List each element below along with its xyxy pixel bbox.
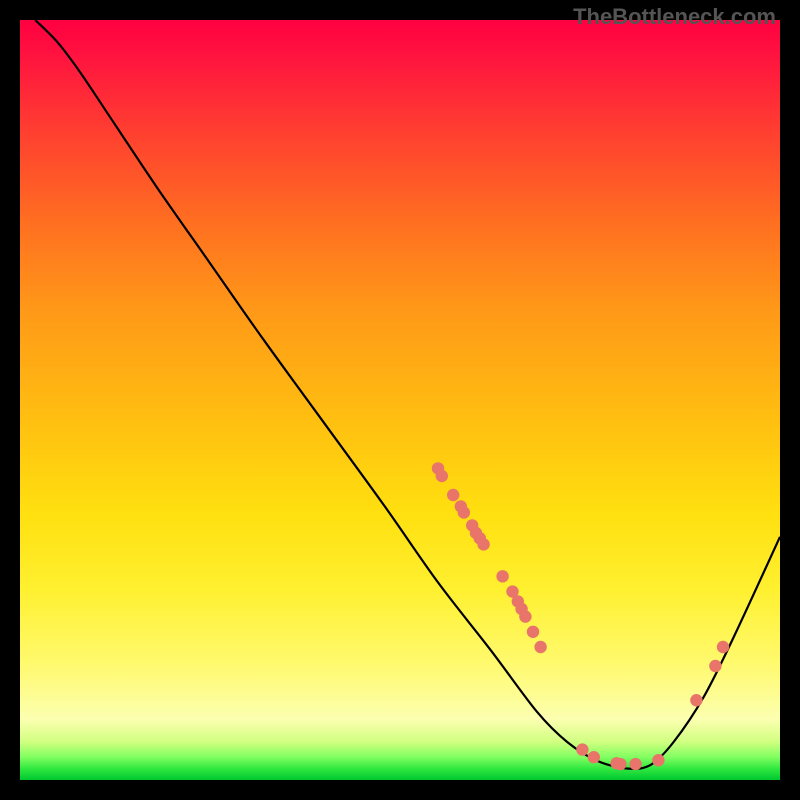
- chart-svg: [20, 20, 780, 780]
- data-point: [709, 660, 721, 672]
- data-point: [576, 743, 588, 755]
- data-point: [496, 570, 508, 582]
- bottleneck-curve: [35, 20, 780, 769]
- data-point: [477, 538, 489, 550]
- data-point: [458, 506, 470, 518]
- watermark-text: TheBottleneck.com: [573, 4, 776, 30]
- data-point: [527, 626, 539, 638]
- data-point: [436, 470, 448, 482]
- data-point: [652, 754, 664, 766]
- data-point: [629, 758, 641, 770]
- data-point: [614, 758, 626, 770]
- data-point: [534, 641, 546, 653]
- data-point: [447, 489, 459, 501]
- plot-area: [20, 20, 780, 780]
- data-point: [717, 641, 729, 653]
- data-point: [690, 694, 702, 706]
- data-point: [588, 751, 600, 763]
- data-points-group: [432, 462, 729, 770]
- data-point: [519, 610, 531, 622]
